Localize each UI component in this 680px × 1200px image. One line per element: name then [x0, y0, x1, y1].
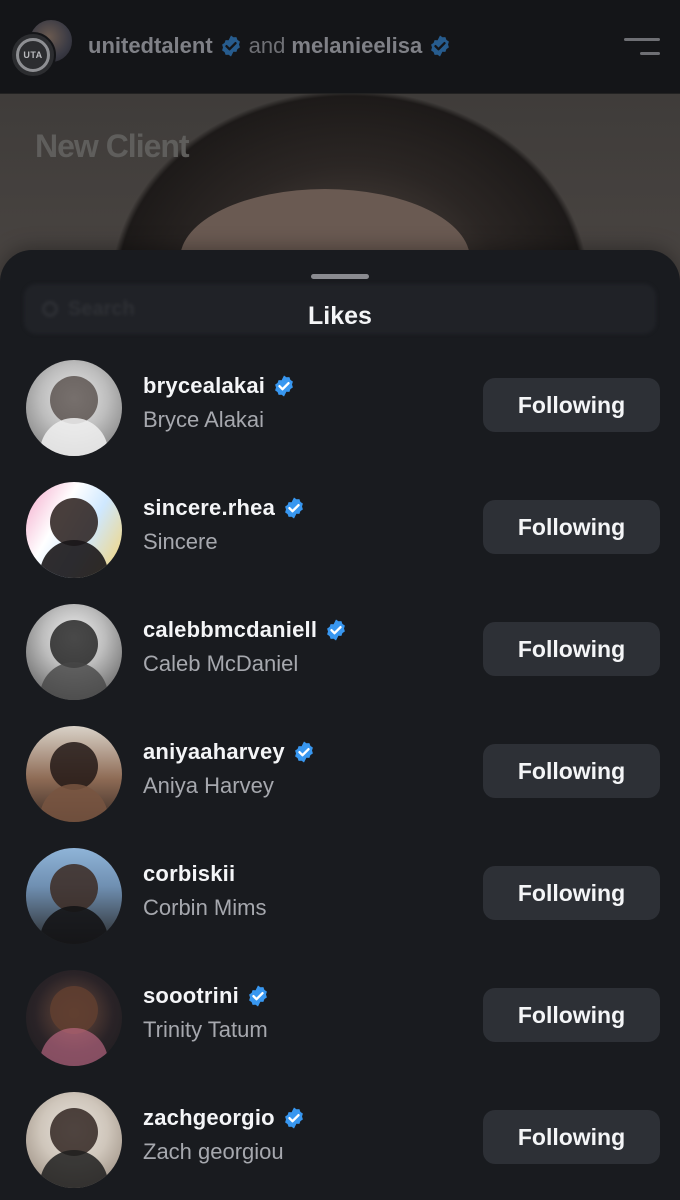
author-unitedtalent[interactable]: unitedtalent [88, 33, 213, 59]
verified-badge-icon [284, 1107, 303, 1129]
username[interactable]: soootrini [143, 983, 239, 1009]
verified-badge-icon [294, 741, 313, 763]
verified-badge-icon [327, 619, 346, 641]
sheet-title: Likes [308, 302, 372, 330]
username[interactable]: calebbmcdaniell [143, 617, 317, 643]
following-button[interactable]: Following [483, 500, 660, 554]
like-row[interactable]: calebbmcdaniell Caleb McDaniel Following [0, 599, 680, 700]
full-name: Bryce Alakai [143, 407, 265, 432]
like-row-text: aniyaaharvey Aniya Harvey [143, 739, 316, 799]
username-line: sincere.rhea [143, 495, 306, 521]
avatar[interactable] [26, 848, 122, 944]
username-line: corbiskii [143, 861, 266, 887]
full-name: Trinity Tatum [143, 1017, 268, 1042]
avatar[interactable] [26, 360, 122, 456]
verified-badge-icon [221, 35, 240, 57]
uta-logo: UTA [16, 38, 50, 72]
like-row-text: soootrini Trinity Tatum [143, 983, 270, 1043]
like-row-text: brycealakai Bryce Alakai [143, 373, 296, 433]
avatar[interactable] [26, 604, 122, 700]
username-line: zachgeorgio [143, 1105, 306, 1131]
like-row-text: zachgeorgio Zach georgiou [143, 1105, 306, 1165]
username-line: soootrini [143, 983, 270, 1009]
avatar-unitedtalent[interactable]: UTA [10, 32, 56, 78]
following-button[interactable]: Following [483, 622, 660, 676]
full-name: Caleb McDaniel [143, 651, 299, 676]
username[interactable]: aniyaaharvey [143, 739, 285, 765]
hamburger-menu-icon[interactable] [624, 38, 660, 58]
username[interactable]: sincere.rhea [143, 495, 275, 521]
username-line: calebbmcdaniell [143, 617, 348, 643]
full-name: Sincere [143, 529, 218, 554]
following-button[interactable]: Following [483, 744, 660, 798]
verified-badge-icon [275, 375, 293, 397]
following-button[interactable]: Following [483, 378, 660, 432]
full-name: Corbin Mims [143, 895, 267, 920]
following-button[interactable]: Following [483, 988, 660, 1042]
sheet-grabber[interactable] [311, 274, 369, 279]
verified-badge-icon [249, 985, 267, 1007]
like-row-text: corbiskii Corbin Mims [143, 861, 266, 921]
author-melanieelisa[interactable]: melanieelisa [291, 33, 422, 59]
avatar[interactable] [26, 482, 122, 578]
username[interactable]: zachgeorgio [143, 1105, 275, 1131]
post-overlay-text: New Client [35, 128, 190, 164]
like-row[interactable]: aniyaaharvey Aniya Harvey Following [0, 721, 680, 822]
likes-sheet: Search Likes brycealakai Bryce Alakai Fo… [0, 250, 680, 1200]
full-name: Aniya Harvey [143, 773, 274, 798]
authors-connector: and [248, 33, 286, 58]
like-row[interactable]: corbiskii Corbin Mims Following [0, 843, 680, 944]
avatar[interactable] [26, 1092, 122, 1188]
full-name: Zach georgiou [143, 1139, 284, 1164]
username-line: aniyaaharvey [143, 739, 316, 765]
username-line: brycealakai [143, 373, 296, 399]
verified-badge-icon [285, 497, 303, 519]
post-header: UTA unitedtalent and melanieelisa [0, 0, 680, 94]
avatar[interactable] [26, 726, 122, 822]
like-row[interactable]: soootrini Trinity Tatum Following [0, 965, 680, 1066]
verified-badge-icon [431, 35, 450, 57]
screen: UTA unitedtalent and melanieelisa New Cl… [0, 0, 680, 1200]
like-row[interactable]: brycealakai Bryce Alakai Following [0, 355, 680, 456]
avatar[interactable] [26, 970, 122, 1066]
like-row-text: calebbmcdaniell Caleb McDaniel [143, 617, 348, 677]
like-row[interactable]: zachgeorgio Zach georgiou Following [0, 1087, 680, 1188]
post-authors: unitedtalent and melanieelisa [88, 33, 452, 59]
collab-avatars[interactable]: UTA [10, 18, 74, 78]
following-button[interactable]: Following [483, 866, 660, 920]
following-button[interactable]: Following [483, 1110, 660, 1164]
username[interactable]: brycealakai [143, 373, 265, 399]
like-row-text: sincere.rhea Sincere [143, 495, 306, 555]
like-row[interactable]: sincere.rhea Sincere Following [0, 477, 680, 578]
username[interactable]: corbiskii [143, 861, 235, 887]
